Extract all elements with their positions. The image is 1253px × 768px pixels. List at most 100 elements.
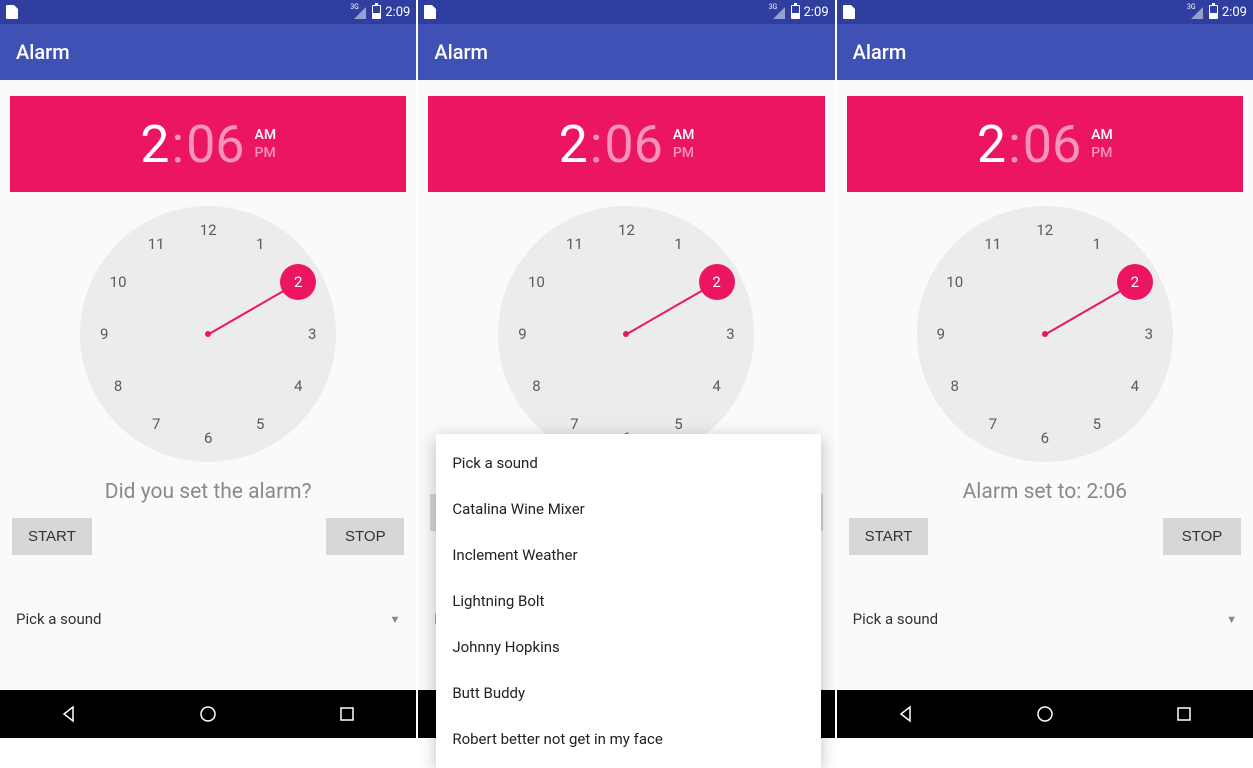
time-display[interactable]: 2 : 06 AM PM: [428, 96, 824, 192]
app-title: Alarm: [853, 40, 907, 64]
clock-number-6[interactable]: 6: [194, 424, 222, 452]
clock-face[interactable]: 1212345678910112: [917, 206, 1173, 462]
pm-toggle[interactable]: PM: [255, 144, 277, 162]
nav-bar: [837, 690, 1253, 738]
sound-spinner[interactable]: Pick a sound ▼: [10, 602, 406, 636]
signal-icon: [773, 5, 787, 19]
time-hour[interactable]: 2: [977, 114, 1006, 175]
nav-home-button[interactable]: [195, 701, 221, 727]
spinner-value: Pick a sound: [16, 610, 101, 628]
time-hour[interactable]: 2: [559, 114, 588, 175]
app-bar: Alarm: [837, 24, 1253, 80]
status-bar: 2:09: [0, 0, 416, 24]
clock-number-12[interactable]: 12: [612, 216, 640, 244]
sound-option[interactable]: Butt Buddy: [436, 670, 820, 716]
signal-icon: [1191, 5, 1205, 19]
clock-number-4[interactable]: 4: [703, 372, 731, 400]
nav-recent-button[interactable]: [1171, 701, 1197, 727]
clock-number-5[interactable]: 5: [246, 410, 274, 438]
clock-number-8[interactable]: 8: [104, 372, 132, 400]
clock-number-4[interactable]: 4: [284, 372, 312, 400]
clock-face[interactable]: 1212345678910112: [80, 206, 336, 462]
clock-number-3[interactable]: 3: [298, 320, 326, 348]
clock-number-5[interactable]: 5: [1083, 410, 1111, 438]
app-title: Alarm: [434, 40, 488, 64]
clock-number-11[interactable]: 11: [560, 230, 588, 258]
app-bar: Alarm: [0, 24, 416, 80]
clock-center-dot: [1042, 331, 1048, 337]
sound-option[interactable]: Robert better not get in my face: [436, 716, 820, 762]
status-time: 2:09: [385, 5, 410, 20]
clock-number-8[interactable]: 8: [941, 372, 969, 400]
stop-button[interactable]: STOP: [326, 518, 404, 555]
stop-button[interactable]: STOP: [1163, 518, 1241, 555]
time-display[interactable]: 2 : 06 AM PM: [847, 96, 1243, 192]
sound-option[interactable]: Lightning Bolt: [436, 578, 820, 624]
clock-number-9[interactable]: 9: [508, 320, 536, 348]
sound-option[interactable]: Johnny Hopkins: [436, 624, 820, 670]
nav-bar: [0, 690, 416, 738]
prompt-text: Alarm set to: 2:06: [847, 480, 1243, 504]
time-minute[interactable]: 06: [186, 114, 244, 175]
clock-number-6[interactable]: 6: [1031, 424, 1059, 452]
clock-selected-hour[interactable]: 2: [280, 264, 316, 300]
sound-spinner[interactable]: Pick a sound ▼: [847, 602, 1243, 636]
clock-selected-hour[interactable]: 2: [699, 264, 735, 300]
clock-number-1[interactable]: 1: [664, 230, 692, 258]
clock-number-7[interactable]: 7: [142, 410, 170, 438]
nav-home-button[interactable]: [1032, 701, 1058, 727]
clock-number-11[interactable]: 11: [142, 230, 170, 258]
clock-center-dot: [205, 331, 211, 337]
pm-toggle[interactable]: PM: [1091, 144, 1113, 162]
clock-number-4[interactable]: 4: [1121, 372, 1149, 400]
status-bar: 2:09: [837, 0, 1253, 24]
start-button[interactable]: START: [849, 518, 929, 555]
spinner-value: Pick a sound: [853, 610, 938, 628]
clock-number-12[interactable]: 12: [194, 216, 222, 244]
clock-number-10[interactable]: 10: [104, 268, 132, 296]
clock-number-10[interactable]: 10: [941, 268, 969, 296]
am-toggle[interactable]: AM: [1091, 126, 1113, 144]
time-colon: :: [1008, 114, 1021, 175]
chevron-down-icon: ▼: [1226, 613, 1237, 626]
clock-number-3[interactable]: 3: [716, 320, 744, 348]
clock-number-1[interactable]: 1: [1083, 230, 1111, 258]
clock-number-10[interactable]: 10: [522, 268, 550, 296]
sd-card-icon: [843, 5, 855, 19]
battery-icon: [1209, 5, 1218, 19]
clock-number-12[interactable]: 12: [1031, 216, 1059, 244]
clock-number-11[interactable]: 11: [979, 230, 1007, 258]
nav-back-button[interactable]: [893, 701, 919, 727]
clock-number-3[interactable]: 3: [1135, 320, 1163, 348]
time-minute[interactable]: 06: [1023, 114, 1081, 175]
am-toggle[interactable]: AM: [673, 126, 695, 144]
status-time: 2:09: [1222, 5, 1247, 20]
pm-toggle[interactable]: PM: [673, 144, 695, 162]
battery-icon: [791, 5, 800, 19]
clock-center-dot: [623, 331, 629, 337]
clock-number-7[interactable]: 7: [979, 410, 1007, 438]
start-button[interactable]: START: [12, 518, 92, 555]
clock-number-9[interactable]: 9: [927, 320, 955, 348]
sound-option[interactable]: Catalina Wine Mixer: [436, 486, 820, 532]
nav-back-button[interactable]: [56, 701, 82, 727]
status-bar: 2:09: [418, 0, 834, 24]
sound-option[interactable]: Inclement Weather: [436, 532, 820, 578]
clock-number-1[interactable]: 1: [246, 230, 274, 258]
clock-face[interactable]: 1212345678910112: [498, 206, 754, 462]
phone-screen-1: 2:09 Alarm 2 : 06 AM PM 1212345678910112…: [0, 0, 416, 738]
time-display[interactable]: 2 : 06 AM PM: [10, 96, 406, 192]
sound-option[interactable]: Pick a sound: [436, 440, 820, 486]
battery-icon: [372, 5, 381, 19]
nav-recent-button[interactable]: [334, 701, 360, 727]
clock-number-8[interactable]: 8: [522, 372, 550, 400]
clock-selected-hour[interactable]: 2: [1117, 264, 1153, 300]
time-hour[interactable]: 2: [140, 114, 169, 175]
am-toggle[interactable]: AM: [255, 126, 277, 144]
phone-screen-3: 2:09 Alarm 2 : 06 AM PM 1212345678910112…: [837, 0, 1253, 738]
time-minute[interactable]: 06: [604, 114, 662, 175]
time-colon: :: [590, 114, 603, 175]
clock-number-9[interactable]: 9: [90, 320, 118, 348]
time-colon: :: [171, 114, 184, 175]
phone-screen-2: 2:09 Alarm 2 : 06 AM PM 1212345678910112…: [418, 0, 834, 738]
